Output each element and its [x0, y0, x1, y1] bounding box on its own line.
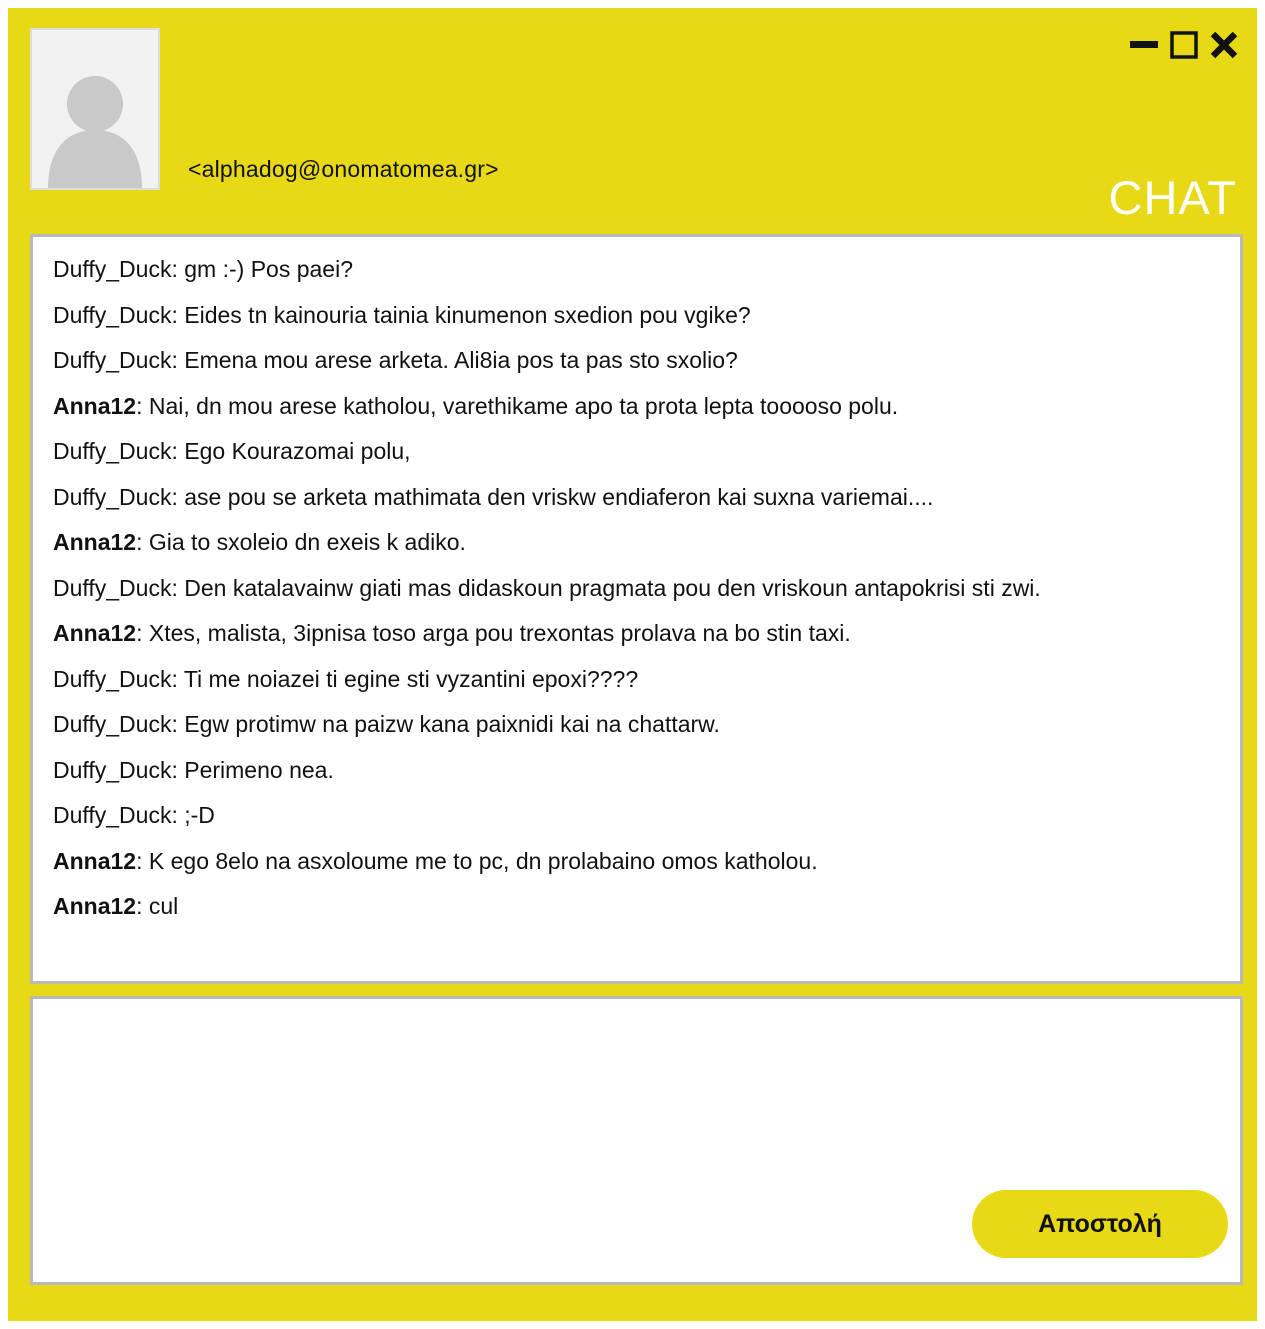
message-sender: Anna12	[53, 392, 137, 419]
message-item: Duffy_Duck: Ti me noiazei ti egine sti v…	[53, 657, 1220, 703]
message-item: Duffy_Duck: Eides tn kainouria tainia ki…	[53, 293, 1220, 339]
message-sender: Duffy_Duck	[53, 301, 172, 328]
maximize-icon[interactable]	[1169, 30, 1199, 60]
message-text: : Ego Kourazomai polu,	[171, 438, 411, 464]
message-sender: Duffy_Duck	[53, 711, 172, 737]
message-item: Duffy_Duck: gm :-) Pos paei?	[53, 247, 1220, 293]
contact-email: <alphadog@onomatomea.gr>	[188, 156, 499, 182]
message-sender: Anna12	[53, 847, 137, 874]
message-sender: Duffy_Duck	[53, 665, 172, 692]
message-item: Duffy_Duck: Ego Kourazomai polu,	[53, 429, 1220, 475]
message-text: : Den katalavainw giati mas didaskoun pr…	[171, 574, 1041, 601]
message-item: Anna12: Xtes, malista, 3ipnisa toso arga…	[53, 611, 1220, 657]
message-item: Duffy_Duck: ;-D	[53, 793, 1220, 839]
message-sender: Duffy_Duck	[53, 438, 172, 464]
message-text: : gm :-) Pos paei?	[171, 256, 353, 282]
message-sender: Anna12	[53, 893, 137, 919]
message-text: : Ti me noiazei ti egine sti vyzantini e…	[171, 665, 639, 692]
message-text: : ase pou se arketa mathimata den vriskw…	[171, 483, 934, 510]
minimize-icon[interactable]	[1129, 30, 1159, 60]
message-sender: Duffy_Duck	[53, 802, 172, 828]
message-item: Duffy_Duck: Perimeno nea.	[53, 748, 1220, 794]
message-text: : cul	[136, 893, 179, 919]
message-text: : K ego 8elo na asxoloume me to pc, dn p…	[136, 847, 818, 874]
message-sender: Duffy_Duck	[53, 256, 172, 282]
user-placeholder-icon	[32, 30, 158, 188]
message-sender: Duffy_Duck	[53, 756, 172, 783]
message-text: : ;-D	[171, 802, 215, 828]
message-text: : Nai, dn mou arese katholou, varethikam…	[136, 392, 899, 419]
message-text: : Emena mou arese arketa. Ali8ia pos ta …	[171, 347, 738, 373]
close-icon[interactable]	[1209, 30, 1239, 60]
message-text: : Egw protimw na paizw kana paixnidi kai…	[171, 711, 720, 737]
message-item: Anna12: K ego 8elo na asxoloume me to pc…	[53, 839, 1220, 885]
compose-area: Αποστολή	[30, 996, 1243, 1285]
message-text: : Eides tn kainouria tainia kinumenon sx…	[171, 301, 751, 328]
message-item: Duffy_Duck: Emena mou arese arketa. Ali8…	[53, 338, 1220, 384]
message-item: Duffy_Duck: ase pou se arketa mathimata …	[53, 475, 1220, 521]
message-sender: Duffy_Duck	[53, 483, 172, 510]
send-button[interactable]: Αποστολή	[972, 1190, 1228, 1258]
message-item: Duffy_Duck: Egw protimw na paizw kana pa…	[53, 702, 1220, 748]
window-controls	[1129, 30, 1239, 60]
chat-window: <alphadog@onomatomea.gr> CHAT Duffy_Duck…	[8, 8, 1257, 1321]
message-history[interactable]: Duffy_Duck: gm :-) Pos paei? Duffy_Duck: …	[30, 234, 1243, 984]
message-item: Duffy_Duck: Den katalavainw giati mas di…	[53, 566, 1220, 612]
message-text: : Xtes, malista, 3ipnisa toso arga pou t…	[136, 620, 851, 646]
message-item: Anna12: cul	[53, 884, 1220, 930]
chat-title: CHAT	[1108, 171, 1237, 224]
message-item: Anna12: Gia to sxoleio dn exeis k adiko.	[53, 520, 1220, 566]
message-sender: Anna12	[53, 529, 137, 555]
message-sender: Anna12	[53, 620, 137, 646]
message-text: : Gia to sxoleio dn exeis k adiko.	[136, 529, 466, 555]
message-sender: Duffy_Duck	[53, 347, 172, 373]
message-text: : Perimeno nea.	[171, 756, 334, 783]
user-avatar	[30, 28, 160, 190]
message-sender: Duffy_Duck	[53, 574, 172, 601]
message-item: Anna12: Nai, dn mou arese katholou, vare…	[53, 384, 1220, 430]
